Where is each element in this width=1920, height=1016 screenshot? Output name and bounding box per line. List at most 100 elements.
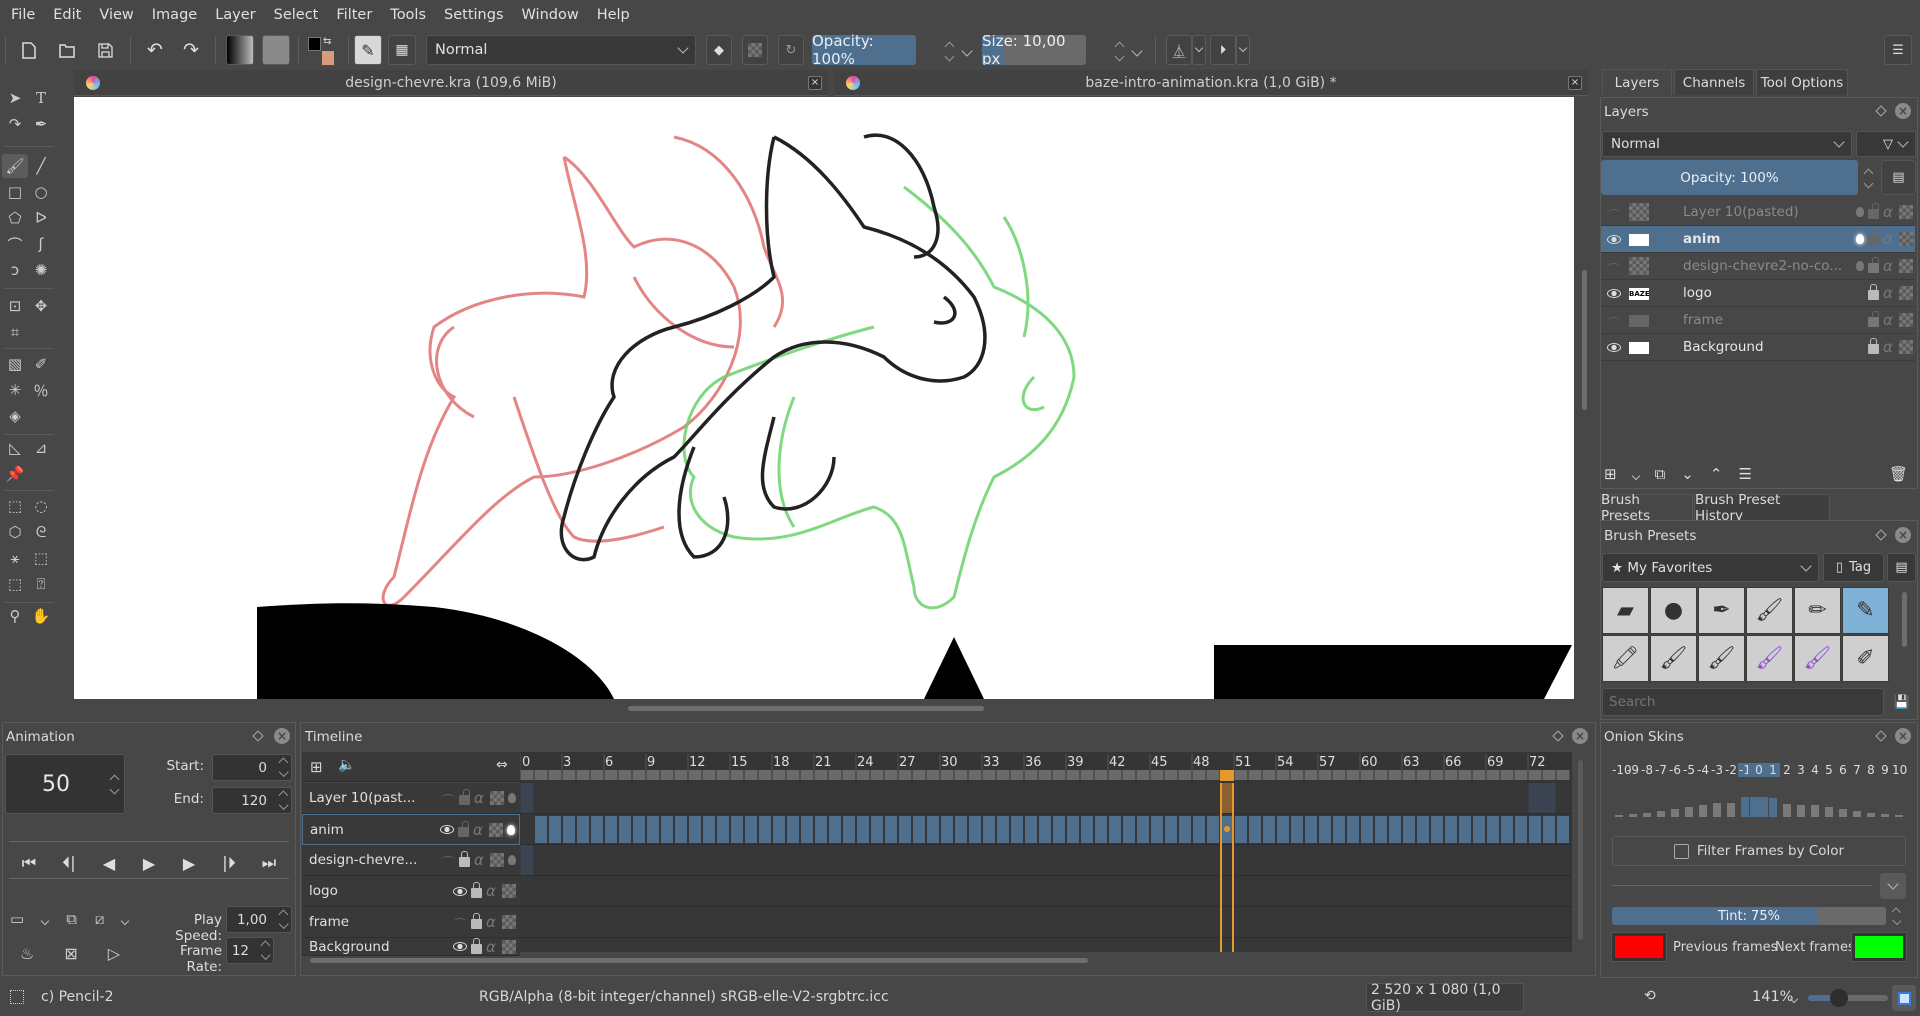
onion-frame-toggle[interactable]: 4 bbox=[1808, 763, 1822, 777]
reload-preset-button[interactable]: ↻ bbox=[778, 35, 804, 65]
brush-preset-bristles-wet[interactable]: 🖌 bbox=[1650, 635, 1697, 682]
background-color-swatch[interactable] bbox=[322, 51, 334, 65]
onion-frame-toggle[interactable]: 6 bbox=[1836, 763, 1850, 777]
zoom-slider[interactable] bbox=[1808, 989, 1888, 1007]
mirror-vertical-button[interactable]: ⏵ bbox=[1210, 35, 1236, 65]
onion-skin-icon[interactable] bbox=[507, 824, 515, 835]
tint-slider[interactable]: Tint: 75% bbox=[1612, 907, 1886, 925]
brush-preset-paint-brush[interactable]: 🖌 bbox=[1746, 587, 1793, 634]
audio-icon[interactable]: 🔈 bbox=[338, 757, 355, 773]
onion-skin-icon[interactable] bbox=[1856, 234, 1864, 244]
lock-icon[interactable] bbox=[471, 882, 482, 898]
opacity-spinner[interactable] bbox=[943, 38, 955, 64]
onion-opacity-bar[interactable] bbox=[1783, 804, 1791, 817]
previous-keyframe-button[interactable]: ⏴| bbox=[49, 847, 89, 879]
remove-keyframe-dropdown[interactable] bbox=[121, 910, 130, 928]
menu-tools[interactable]: Tools bbox=[381, 0, 435, 30]
add-keyframe-button[interactable]: ▭ bbox=[10, 910, 24, 928]
swap-colors-icon[interactable]: ⇆ bbox=[323, 36, 331, 47]
visibility-on-icon[interactable] bbox=[1607, 235, 1621, 244]
onion-frame-toggle[interactable]: -5 bbox=[1682, 763, 1696, 777]
onion-frame-toggle[interactable]: 2 bbox=[1780, 763, 1794, 777]
polygonal-selection-tool[interactable]: ⬡ bbox=[2, 520, 28, 544]
duplicate-layer-button[interactable]: ⧉ bbox=[1655, 465, 1666, 483]
timeline-frame-grid[interactable]: 0 3 6 9 12 15 18 21 24 27 30 33 36 39 42 45 48 51 54 57 60 63… bbox=[520, 752, 1572, 952]
inherit-alpha-icon[interactable] bbox=[1899, 286, 1913, 300]
visibility-on-icon[interactable] bbox=[453, 942, 467, 951]
alpha-lock-icon[interactable]: α bbox=[486, 882, 498, 900]
opacity-slider[interactable]: Opacity: 100% bbox=[812, 32, 916, 68]
onion-frame-toggle[interactable]: -4 bbox=[1696, 763, 1710, 777]
lock-icon[interactable] bbox=[471, 913, 482, 929]
mirror-horizontal-button[interactable]: ⏅ bbox=[1166, 35, 1192, 65]
onion-frame-toggle[interactable]: 5 bbox=[1822, 763, 1836, 777]
menu-edit[interactable]: Edit bbox=[44, 0, 90, 30]
layer-filter-button[interactable]: ▽ bbox=[1856, 131, 1916, 157]
move-layer-up-button[interactable]: ⌃ bbox=[1710, 465, 1723, 483]
pattern-selector[interactable] bbox=[262, 35, 290, 65]
brush-preset-white-blender[interactable]: ✐ bbox=[1842, 635, 1889, 682]
timeline-layer-row[interactable]: logo α bbox=[302, 876, 520, 907]
size-spinner[interactable] bbox=[1113, 38, 1125, 64]
onion-opacity-bar[interactable] bbox=[1750, 797, 1768, 817]
move-tool[interactable]: ✥ bbox=[28, 294, 54, 318]
color-picker-tool[interactable]: ✐ bbox=[28, 352, 54, 376]
onion-opacity-bar[interactable] bbox=[1713, 803, 1721, 817]
save-button[interactable] bbox=[92, 35, 118, 65]
size-dropdown[interactable] bbox=[1131, 44, 1143, 59]
preserve-alpha-button[interactable] bbox=[742, 35, 768, 65]
text-tool[interactable]: T bbox=[28, 86, 54, 110]
visibility-off-icon[interactable] bbox=[441, 793, 455, 803]
frame-rate-spinner[interactable] bbox=[259, 939, 271, 961]
rotate-reset-icon[interactable]: ⟲ bbox=[1644, 988, 1656, 1004]
menu-window[interactable]: Window bbox=[513, 0, 588, 30]
onion-frame-toggle[interactable]: 1 bbox=[1766, 763, 1780, 777]
alpha-lock-icon[interactable]: α bbox=[474, 851, 486, 869]
elliptical-selection-tool[interactable]: ◌ bbox=[28, 494, 54, 518]
inherit-alpha-icon[interactable] bbox=[1899, 232, 1913, 246]
open-document-button[interactable] bbox=[54, 35, 80, 65]
alpha-lock-icon[interactable]: α bbox=[1883, 203, 1895, 221]
play-button[interactable]: ▶ bbox=[129, 847, 169, 879]
opacity-dropdown[interactable] bbox=[961, 44, 973, 59]
move-layer-down-button[interactable]: ⌄ bbox=[1681, 465, 1694, 483]
onion-frame-toggle[interactable]: 10 bbox=[1892, 763, 1907, 777]
onion-opacity-bar[interactable] bbox=[1727, 803, 1735, 817]
lock-icon[interactable] bbox=[471, 938, 482, 954]
brush-preset-bristles-dry[interactable]: 🖌 bbox=[1698, 635, 1745, 682]
layer-properties-button[interactable]: ▤ bbox=[1881, 160, 1916, 195]
zoom-slider-handle[interactable] bbox=[1830, 989, 1848, 1007]
layer-row-frame[interactable]: frame α bbox=[1601, 307, 1915, 334]
remove-keyframe-button[interactable]: ⧄ bbox=[95, 910, 105, 928]
brush-grid-scrollbar[interactable] bbox=[1902, 592, 1907, 647]
current-frame-field[interactable]: 50 bbox=[5, 754, 125, 814]
onion-opacity-bar[interactable] bbox=[1671, 809, 1679, 817]
magnetic-selection-tool[interactable]: ⍰ bbox=[28, 572, 54, 596]
menu-settings[interactable]: Settings bbox=[435, 0, 512, 30]
new-document-button[interactable] bbox=[16, 35, 42, 65]
onion-opacity-bar[interactable] bbox=[1811, 805, 1819, 817]
playback-options-button[interactable]: ▷ bbox=[108, 944, 120, 963]
layer-row-layer10[interactable]: Layer 10(pasted) α bbox=[1601, 199, 1915, 226]
brush-preset-eraser-soft[interactable]: ● bbox=[1650, 587, 1697, 634]
visibility-on-icon[interactable] bbox=[453, 886, 467, 896]
dynamic-brush-tool[interactable]: ↄ bbox=[2, 258, 28, 282]
colorize-mask-tool[interactable]: ✳ bbox=[2, 378, 28, 402]
layer-row-design-chevre2[interactable]: design-chevre2-no-co... α bbox=[1601, 253, 1915, 280]
inherit-alpha-icon[interactable] bbox=[490, 791, 504, 805]
tab-layers[interactable]: Layers bbox=[1602, 69, 1672, 95]
onion-skins-toggle[interactable]: ♨ bbox=[20, 944, 34, 963]
brush-search-field[interactable] bbox=[1602, 688, 1884, 716]
brush-tag-select[interactable]: ★ My Favorites bbox=[1602, 553, 1819, 582]
similar-color-selection-tool[interactable]: ⬚ bbox=[28, 546, 54, 570]
onion-opacity-bar[interactable] bbox=[1825, 807, 1833, 817]
document-tab-baze-intro[interactable]: baze-intro-animation.kra (1,0 GiB) * × bbox=[834, 70, 1588, 96]
measure-tool[interactable]: ⊿ bbox=[28, 436, 54, 460]
menu-image[interactable]: Image bbox=[143, 0, 206, 30]
transform-tool[interactable]: ⊡ bbox=[2, 294, 28, 318]
eraser-mode-button[interactable]: ◆ bbox=[706, 35, 732, 65]
document-tab-design-chevre[interactable]: design-chevre.kra (109,6 MiB) × bbox=[74, 70, 828, 96]
close-docker-icon[interactable]: × bbox=[274, 728, 290, 744]
onion-opacity-bar[interactable] bbox=[1643, 813, 1651, 817]
undo-button[interactable]: ↶ bbox=[142, 35, 168, 65]
